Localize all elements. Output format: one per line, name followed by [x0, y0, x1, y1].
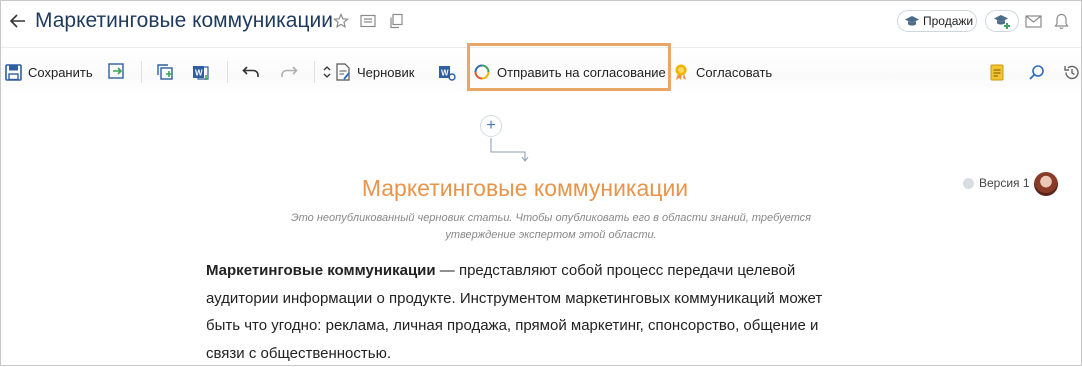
article-body: Маркетинговые коммуникации — представляю… [206, 257, 846, 367]
draft-document-icon [335, 63, 351, 81]
sales-tag[interactable]: Продажи [897, 10, 977, 32]
notes-button[interactable] [990, 60, 1004, 84]
draft-notice: Это неопубликованный черновик статьи. Чт… [251, 210, 851, 244]
sort-arrows-icon [323, 65, 331, 79]
save-as-button[interactable] [108, 60, 126, 84]
toolbar-divider [141, 61, 142, 83]
mail-icon[interactable] [1023, 11, 1043, 31]
undo-icon [242, 65, 260, 79]
draft-notice-line1: Это неопубликованный черновик статьи. Чт… [291, 212, 811, 224]
word-document-icon: W [192, 63, 210, 81]
svg-text:W: W [195, 69, 203, 78]
status-dot-icon [963, 177, 974, 189]
word-settings-icon: W [438, 63, 456, 81]
draft-notice-line2: утверждение экспертом этой области. [445, 229, 657, 241]
export-word-button[interactable]: W [192, 60, 210, 84]
redo-icon [280, 65, 298, 79]
card-icon[interactable] [358, 11, 378, 31]
toolbar-divider [314, 61, 315, 83]
page-title: Маркетинговые коммуникации [35, 9, 333, 32]
redo-button[interactable] [280, 60, 298, 84]
award-ribbon-icon [674, 63, 688, 81]
article-body-term: Маркетинговые коммуникации [206, 262, 436, 279]
draft-label: Черновик [357, 64, 415, 80]
search-button[interactable] [1028, 60, 1045, 84]
toolbar-divider [227, 61, 228, 83]
add-block-button[interactable]: + [480, 115, 502, 137]
save-label: Сохранить [28, 64, 93, 80]
floppy-disk-icon [5, 63, 22, 81]
search-icon [1028, 64, 1045, 81]
duplicate-icon [156, 63, 174, 81]
approve-label: Согласовать [696, 64, 773, 80]
graduation-cap-icon [904, 15, 920, 27]
undo-button[interactable] [242, 60, 260, 84]
svg-text:W: W [441, 69, 449, 78]
draft-status-dropdown[interactable]: Черновик [323, 60, 414, 84]
version-indicator[interactable]: Версия 1 [963, 176, 1030, 190]
graduation-cap-plus-icon [992, 13, 1012, 29]
notepad-icon [990, 63, 1004, 81]
approve-button[interactable]: Согласовать [674, 60, 772, 84]
page-header: Маркетинговые коммуникации Продажи [1, 1, 1081, 45]
duplicate-button[interactable] [156, 60, 174, 84]
avatar[interactable] [1034, 172, 1058, 196]
save-export-icon [108, 63, 126, 81]
sales-tag-label: Продажи [923, 14, 974, 28]
highlight-frame [467, 43, 671, 91]
save-button[interactable]: Сохранить [5, 60, 93, 84]
bell-icon[interactable] [1051, 11, 1071, 31]
copy-icon[interactable] [386, 11, 406, 31]
version-label: Версия 1 [979, 176, 1030, 190]
connector-arrow-icon [489, 138, 533, 169]
history-button[interactable] [1063, 60, 1080, 84]
article-title: Маркетинговые коммуникации [361, 175, 689, 201]
arrow-left-icon[interactable] [7, 10, 29, 32]
add-knowledge-area-button[interactable] [985, 10, 1019, 32]
export-word-settings-button[interactable]: W [438, 60, 456, 84]
app-window: Маркетинговые коммуникации Продажи Сохра… [0, 0, 1082, 366]
history-icon [1063, 64, 1080, 81]
star-icon[interactable] [331, 11, 351, 31]
plus-icon: + [486, 117, 496, 134]
